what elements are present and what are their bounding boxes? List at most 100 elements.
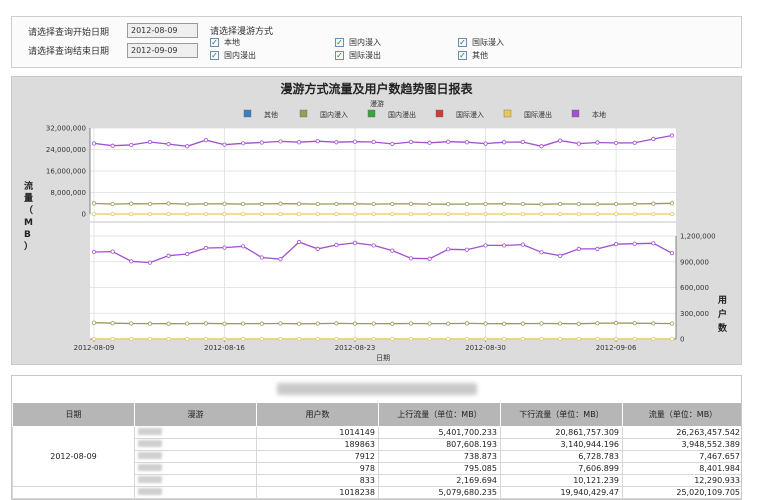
column-header[interactable]: 下行流量（单位：MB） xyxy=(500,402,623,427)
flow-series-point xyxy=(595,211,600,217)
flow-series-point xyxy=(278,201,283,206)
down-cell: 19,940,429.47 xyxy=(500,486,623,499)
flow-series-point xyxy=(296,140,302,145)
flow-series-point xyxy=(427,140,432,145)
user-series-point xyxy=(91,249,97,255)
end-date-input[interactable]: 2012-09-09 xyxy=(127,43,198,58)
user-series-point xyxy=(595,336,600,342)
checkbox-local[interactable]: ✓ 本地 xyxy=(210,37,240,48)
flow-series-point xyxy=(632,201,637,207)
user-series-point xyxy=(502,321,507,326)
flow-series-point xyxy=(613,211,619,217)
roaming-label: 请选择漫游方式 xyxy=(210,27,274,37)
column-header[interactable]: 漫游 xyxy=(134,402,257,427)
flow-series-point xyxy=(520,201,525,207)
flow-series-point xyxy=(408,139,414,145)
down-cell: 20,861,757.309 xyxy=(500,426,623,439)
flow-series-point xyxy=(483,141,488,146)
user-series-point xyxy=(241,244,246,249)
user-series-point xyxy=(390,336,395,342)
legend-title: 漫游 xyxy=(370,99,384,108)
flow-series-point xyxy=(651,211,656,217)
user-series-point xyxy=(520,242,525,247)
user-series-point xyxy=(185,251,190,257)
user-series-point xyxy=(110,336,115,342)
checkbox-label: 国内漫出 xyxy=(224,51,256,60)
flow-series-point xyxy=(464,140,470,145)
user-series-point xyxy=(446,247,451,252)
flow-series-point xyxy=(296,201,302,206)
up-cell: 5,079,680.235 xyxy=(378,486,501,499)
user-series-point xyxy=(166,336,171,342)
user-series-point xyxy=(315,336,320,342)
flow-series-point xyxy=(278,211,283,217)
flow-series-point xyxy=(613,201,619,207)
total-cell: 7,467.657 xyxy=(622,450,741,463)
user-series-point xyxy=(483,321,488,326)
checkbox-other[interactable]: ✓ 其他 xyxy=(458,50,488,61)
user-series-point xyxy=(371,336,376,342)
flow-series-point xyxy=(613,140,619,146)
user-series-point xyxy=(390,248,395,253)
flow-series-point xyxy=(166,211,171,217)
flow-series-point xyxy=(352,201,358,206)
user-series-point xyxy=(558,336,563,342)
legend-swatch xyxy=(435,109,444,118)
report-table-panel: 日期 漫游 用户数 上行流量（单位：MB） 下行流量（单位：MB） 流量（单位：… xyxy=(11,375,742,500)
column-header[interactable]: 上行流量（单位：MB） xyxy=(378,402,501,427)
trend-chart: 漫游其他 国内漫入 国内漫出 国际漫入 国际漫出 本地 2012-08-09 2012-08-… xyxy=(24,99,728,362)
date-cell xyxy=(12,486,135,499)
flow-series-point xyxy=(241,211,246,217)
column-header[interactable]: 流量（单位：MB） xyxy=(622,402,741,427)
user-series-point xyxy=(446,321,451,326)
users-cell: 833 xyxy=(256,474,379,487)
user-series-point xyxy=(464,321,470,326)
flow-series-point xyxy=(91,141,97,146)
user-series-point xyxy=(669,321,675,326)
flow-series-point xyxy=(129,142,134,148)
user-series-point xyxy=(539,336,544,342)
user-series-point xyxy=(147,321,153,326)
user-series-point xyxy=(91,320,97,325)
start-date-input[interactable]: 2012-08-09 xyxy=(127,23,198,38)
checkbox-domestic-out[interactable]: ✓ 国内漫出 xyxy=(210,50,256,61)
column-header[interactable]: 日期 xyxy=(12,402,135,427)
right-y-tick-label: 300,000 xyxy=(680,310,709,318)
user-series-point xyxy=(483,243,488,248)
user-series-point xyxy=(613,320,619,326)
user-series-point xyxy=(110,249,115,254)
flow-series-point xyxy=(296,211,302,217)
checkbox-label: 国际漫入 xyxy=(472,38,504,47)
checkbox-intl-in[interactable]: ✓ 国际漫入 xyxy=(458,37,504,48)
table-row: 1018238 5,079,680.235 19,940,429.47 25,020,… xyxy=(12,486,741,499)
report-table: 日期 漫游 用户数 上行流量（单位：MB） 下行流量（单位：MB） 流量（单位：… xyxy=(12,402,741,499)
flow-series-point xyxy=(371,201,376,207)
legend-swatch xyxy=(299,109,308,118)
flow-series-point xyxy=(203,211,208,217)
flow-series-point xyxy=(446,202,451,207)
column-header[interactable]: 用户数 xyxy=(256,402,379,427)
checkbox-intl-out[interactable]: ✓ 国际漫出 xyxy=(335,50,381,61)
user-series-point xyxy=(483,336,488,342)
flow-series-point xyxy=(427,201,432,207)
flow-series-point xyxy=(147,201,153,207)
flow-series-point xyxy=(446,139,451,144)
legend-item: 国内漫出 xyxy=(388,110,416,119)
user-series-point xyxy=(371,321,376,326)
up-cell: 807,608.193 xyxy=(378,438,501,451)
total-cell: 26,263,457.542 xyxy=(622,426,741,439)
flow-series-point xyxy=(315,211,320,217)
checkbox-domestic-in[interactable]: ✓ 国内漫入 xyxy=(335,37,381,48)
flow-series-point xyxy=(129,201,134,206)
user-series-point xyxy=(651,336,656,342)
flow-series-point xyxy=(371,139,376,145)
total-cell: 12,290.933 xyxy=(622,474,741,487)
user-series-point xyxy=(203,245,208,251)
user-series-point xyxy=(296,321,302,326)
user-series-point xyxy=(222,321,227,326)
up-cell: 5,401,700.233 xyxy=(378,426,501,439)
flow-series-point xyxy=(222,201,227,206)
right-y-tick-label: 0 xyxy=(680,336,684,344)
user-series-point xyxy=(315,246,320,251)
right-axis-title-char: 数 xyxy=(718,322,728,334)
